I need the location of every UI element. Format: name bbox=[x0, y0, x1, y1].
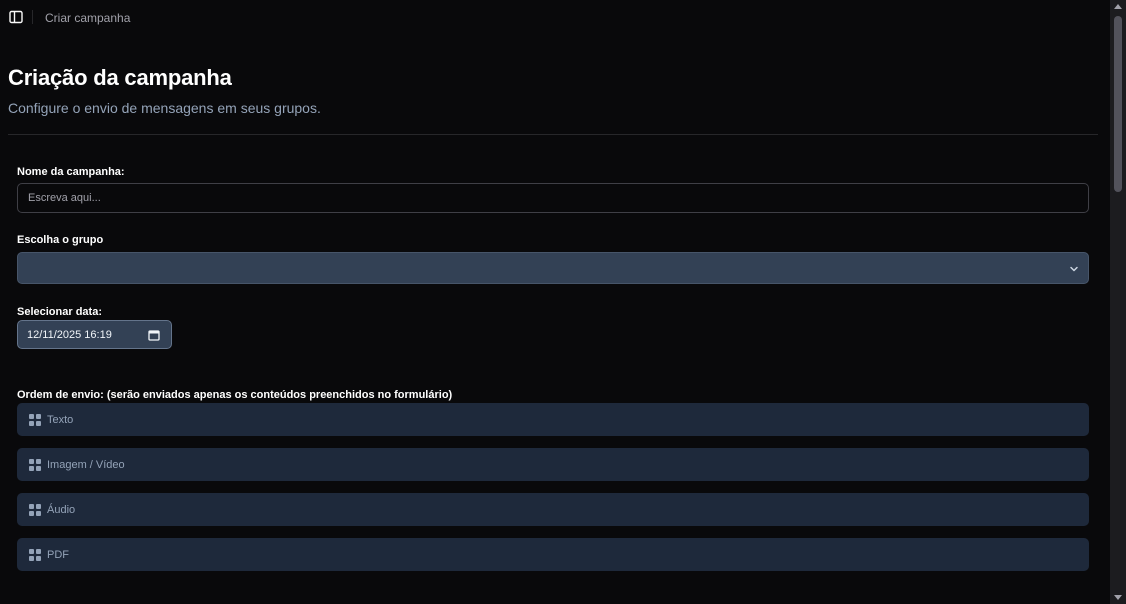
scroll-thumb[interactable] bbox=[1114, 16, 1122, 192]
order-item-label: PDF bbox=[47, 548, 69, 561]
date-label: Selecionar data: bbox=[17, 306, 102, 318]
calendar-icon[interactable] bbox=[148, 329, 160, 341]
date-value: 12/11/2025 16:19 bbox=[27, 328, 112, 341]
header-divider bbox=[8, 134, 1098, 135]
date-input[interactable]: 12/11/2025 16:19 bbox=[17, 320, 172, 349]
order-label: Ordem de envio: (serão enviados apenas o… bbox=[17, 389, 453, 401]
panel-left-icon[interactable] bbox=[9, 10, 23, 24]
order-item-text[interactable]: Texto bbox=[17, 403, 1089, 436]
breadcrumb: Criar campanha bbox=[45, 11, 131, 25]
order-item-pdf[interactable]: PDF bbox=[17, 538, 1089, 571]
order-item-label: Áudio bbox=[47, 503, 76, 516]
grip-icon[interactable] bbox=[29, 458, 41, 471]
group-select[interactable] bbox=[17, 252, 1089, 284]
grip-icon[interactable] bbox=[29, 413, 41, 426]
order-item-audio[interactable]: Áudio bbox=[17, 493, 1089, 526]
top-bar: Criar campanha bbox=[0, 0, 1110, 34]
campaign-name-label: Nome da campanha: bbox=[17, 166, 125, 178]
grip-icon[interactable] bbox=[29, 548, 41, 561]
page-scrollbar[interactable] bbox=[1110, 0, 1126, 604]
scroll-up-arrow[interactable] bbox=[1114, 4, 1122, 9]
scroll-down-arrow[interactable] bbox=[1114, 595, 1122, 600]
order-item-image-video[interactable]: Imagem / Vídeo bbox=[17, 448, 1089, 481]
breadcrumb-separator bbox=[32, 10, 33, 24]
campaign-name-input[interactable] bbox=[17, 183, 1089, 213]
order-item-label: Imagem / Vídeo bbox=[47, 458, 125, 471]
group-label: Escolha o grupo bbox=[17, 234, 104, 246]
order-item-label: Texto bbox=[47, 413, 74, 426]
page-subtitle: Configure o envio de mensagens em seus g… bbox=[8, 100, 321, 116]
grip-icon[interactable] bbox=[29, 503, 41, 516]
page-title: Criação da campanha bbox=[8, 65, 232, 90]
chevron-down-icon bbox=[1070, 266, 1078, 272]
